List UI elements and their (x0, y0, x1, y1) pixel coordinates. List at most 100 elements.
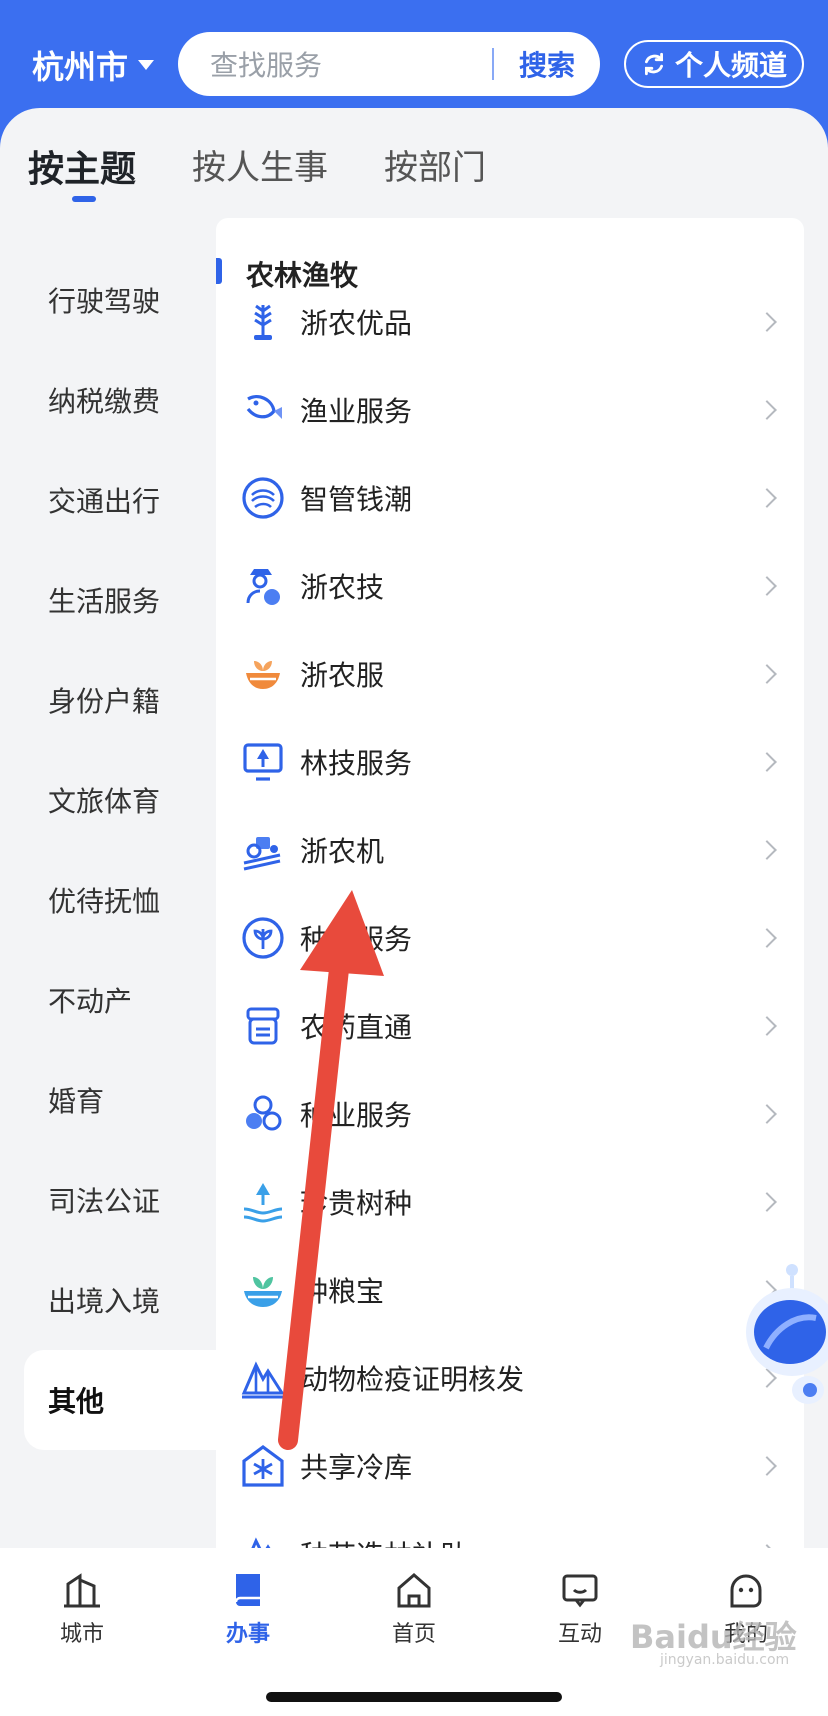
sidebar-item-real-estate[interactable]: 不动产 (24, 950, 220, 1050)
assistant-robot-icon[interactable] (740, 1262, 828, 1412)
service-item-zhenong-ji[interactable]: 浙农机 (216, 806, 804, 894)
face-icon (730, 1574, 762, 1608)
service-list: 浙农优品 渔业服务 智管钱潮 浙农技 浙农服 林技服务 浙农机 种子服务 农药直… (216, 278, 804, 1548)
service-label: 动物检疫证明核发 (300, 1363, 525, 1396)
city-selector[interactable]: 杭州市 (32, 42, 155, 88)
service-label: 种粮宝 (300, 1275, 385, 1308)
service-label: 浙农技 (300, 571, 385, 604)
chevron-right-icon (757, 1456, 777, 1476)
nav-city[interactable]: 城市 (22, 1570, 142, 1648)
service-label: 智管钱潮 (300, 483, 413, 516)
wave-icon (242, 477, 284, 519)
service-label: 种业服务 (300, 1099, 413, 1132)
tab-by-topic[interactable]: 按主题 (28, 140, 136, 202)
caret-down-icon (138, 60, 155, 70)
refresh-icon (644, 52, 663, 76)
search-input[interactable]: 查找服务 (210, 44, 492, 84)
tree-screen-icon (243, 743, 283, 781)
chevron-right-icon (757, 1016, 777, 1036)
chevron-right-icon (757, 1192, 777, 1212)
service-item-zhenong-youpin[interactable]: 浙农优品 (216, 278, 804, 366)
watermark-url: jingyan.baidu.com (660, 1652, 790, 1668)
pesticide-icon (246, 1007, 280, 1045)
service-label: 共享冷库 (300, 1451, 413, 1484)
service-item-seed-industry[interactable]: 种业服务 (216, 1070, 804, 1158)
service-item-zhenongji-tech[interactable]: 浙农技 (216, 542, 804, 630)
category-tabs: 按主题 按人生事 按部门 (28, 140, 542, 202)
city-icon (64, 1573, 100, 1608)
service-label: 浙农服 (300, 659, 385, 692)
mountain-icon (251, 1537, 271, 1548)
chevron-right-icon (757, 488, 777, 508)
sidebar-item-transport[interactable]: 交通出行 (24, 450, 220, 550)
chevron-right-icon (757, 664, 777, 684)
search-button[interactable]: 搜索 (494, 44, 600, 84)
farmer-icon (246, 569, 280, 605)
service-label: 林技服务 (300, 747, 413, 780)
sidebar-item-veterans[interactable]: 优待抚恤 (24, 850, 220, 950)
sidebar-item-life-services[interactable]: 生活服务 (24, 550, 220, 650)
fish-icon (246, 395, 282, 419)
nav-affairs[interactable]: 办事 (188, 1570, 308, 1648)
snowflake-house-icon (242, 1445, 284, 1487)
chevron-right-icon (757, 576, 777, 596)
personal-channel-label: 个人频道 (674, 49, 787, 82)
chevron-right-icon (757, 400, 777, 420)
service-item-zhiguan-qianchao[interactable]: 智管钱潮 (216, 454, 804, 542)
chevron-right-icon (757, 840, 777, 860)
service-label: 浙农机 (300, 835, 385, 868)
service-item-seedling-subsidy[interactable]: 种苗造林补助 (216, 1510, 804, 1548)
nav-home-label: 首页 (391, 1622, 436, 1647)
service-item-pesticide-direct[interactable]: 农药直通 (216, 982, 804, 1070)
service-label: 种苗造林补助 (300, 1534, 468, 1548)
service-label: 浙农优品 (300, 307, 413, 340)
tractor-icon (243, 837, 281, 871)
sidebar-item-other[interactable]: 其他 (24, 1350, 220, 1450)
search-bar[interactable]: 查找服务 搜索 (178, 32, 600, 96)
home-indicator[interactable] (266, 1692, 562, 1702)
service-item-forestry-tech[interactable]: 林技服务 (216, 718, 804, 806)
sidebar-item-identity[interactable]: 身份户籍 (24, 650, 220, 750)
service-item-shared-cold-storage[interactable]: 共享冷库 (216, 1422, 804, 1510)
service-item-zhongliangbao[interactable]: 种粮宝 (216, 1246, 804, 1334)
hand-tree-icon (243, 1183, 283, 1223)
city-label: 杭州市 (32, 48, 129, 86)
service-list-panel: 农林渔牧 浙农优品 渔业服务 智管钱潮 浙农技 浙农服 林技服务 浙农机 种子服… (216, 218, 804, 1548)
service-item-precious-trees[interactable]: 珍贵树种 (216, 1158, 804, 1246)
tab-by-life-event[interactable]: 按人生事 (192, 140, 328, 192)
service-label: 种子服务 (300, 923, 413, 956)
book-icon (234, 1574, 260, 1606)
service-label: 农药直通 (300, 1011, 413, 1044)
nav-interact[interactable]: 互动 (520, 1570, 640, 1648)
sidebar-item-culture-sports[interactable]: 文旅体育 (24, 750, 220, 850)
chevron-right-icon (757, 928, 777, 948)
grain-bowl-icon (244, 1277, 282, 1307)
nav-home[interactable]: 首页 (354, 1570, 474, 1648)
service-item-animal-quarantine[interactable]: 动物检疫证明核发 (216, 1334, 804, 1422)
chevron-right-icon (757, 1104, 777, 1124)
leaf-circle-icon (242, 917, 284, 959)
tab-by-department[interactable]: 按部门 (384, 140, 486, 192)
home-icon (397, 1573, 431, 1608)
nav-interact-label: 互动 (557, 1622, 602, 1647)
wheat-icon (254, 304, 272, 340)
sidebar-item-marriage[interactable]: 婚育 (24, 1050, 220, 1150)
bowl-sprout-icon (246, 661, 280, 689)
seed-cluster-icon (246, 1095, 282, 1131)
personal-channel-button[interactable]: 个人频道 (624, 40, 804, 88)
chat-icon (562, 1574, 598, 1608)
nav-city-label: 城市 (59, 1622, 104, 1647)
service-item-seed-service[interactable]: 种子服务 (216, 894, 804, 982)
sidebar-item-notary[interactable]: 司法公证 (24, 1150, 220, 1250)
sidebar-item-tax[interactable]: 纳税缴费 (24, 350, 220, 450)
mountain-icon (241, 1361, 285, 1399)
nav-affairs-label: 办事 (225, 1622, 270, 1647)
sidebar-item-exit-entry[interactable]: 出境入境 (24, 1250, 220, 1350)
search-divider (492, 48, 494, 80)
service-label: 珍贵树种 (300, 1187, 413, 1220)
service-item-zhenong-fu[interactable]: 浙农服 (216, 630, 804, 718)
chevron-right-icon (757, 312, 777, 332)
chevron-right-icon (757, 752, 777, 772)
sidebar-item-driving[interactable]: 行驶驾驶 (24, 250, 220, 350)
service-item-fishery[interactable]: 渔业服务 (216, 366, 804, 454)
